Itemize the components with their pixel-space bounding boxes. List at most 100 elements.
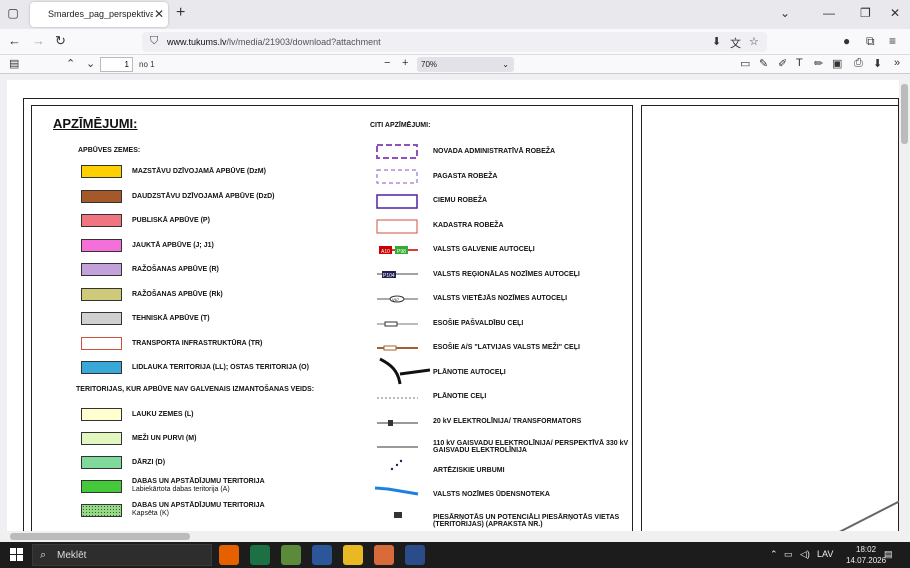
more-tools-icon[interactable]: » xyxy=(894,57,900,69)
horizontal-scrollbar-thumb[interactable] xyxy=(10,533,190,540)
site-info-icon[interactable]: ⛉ xyxy=(150,35,158,48)
building-label: RAŽOŠANAS APBŪVE (R) xyxy=(132,266,219,273)
word-icon[interactable] xyxy=(312,545,332,565)
territory-label: LAUKU ZEMES (L) xyxy=(132,411,194,418)
extensions-icon[interactable]: ⧉ xyxy=(866,34,875,49)
building-section-heading: APBŪVES ZEMES: xyxy=(78,147,141,154)
image-icon[interactable]: ▣ xyxy=(832,57,842,70)
restore-icon[interactable]: ❐ xyxy=(860,6,871,20)
zoom-select[interactable]: 70% ⌄ xyxy=(417,57,514,72)
translate-icon[interactable]: 文 xyxy=(730,35,741,51)
volume-icon[interactable]: ◁) xyxy=(800,549,810,560)
vertical-scrollbar-thumb[interactable] xyxy=(901,84,908,144)
tray-chevron-icon[interactable]: ⌃ xyxy=(770,549,778,560)
app-icon-3[interactable] xyxy=(405,545,425,565)
sidebar-toggle-icon[interactable]: ▤ xyxy=(9,57,19,70)
pdf-viewer[interactable]: APZĪMĒJUMI: APBŪVES ZEMES: CITI APZĪMĒJU… xyxy=(0,74,910,542)
save-icon[interactable]: ⬇ xyxy=(873,57,882,70)
other-legend-label: ESOŠIE PAŠVALDĪBU CEĻI xyxy=(433,319,524,327)
building-label: PUBLISKĀ APBŪVE (P) xyxy=(132,217,210,224)
highlight-icon[interactable]: ✎ xyxy=(759,57,768,70)
territory-sublabel: Labiekārtota dabas teritorija (A) xyxy=(132,486,230,493)
windows-start-icon[interactable] xyxy=(10,548,23,561)
building-label: TRANSPORTA INFRASTRUKTŪRA (TR) xyxy=(132,339,263,347)
other-legend-label: VALSTS NOZĪMES ŪDENSNOTEKA xyxy=(433,491,550,498)
pen-icon[interactable]: ✏ xyxy=(814,57,823,70)
bookmark-star-icon[interactable]: ☆ xyxy=(749,35,759,48)
navigation-bar: ← → ↻ ⛉ www.tukums.lv/lv/media/21903/dow… xyxy=(0,29,910,54)
print-icon[interactable]: ⎙ xyxy=(854,57,863,70)
building-label: DAUDZSTĀVU DZĪVOJAMĀ APBŪVE (DzD) xyxy=(132,192,275,200)
building-swatch xyxy=(81,165,122,178)
previous-page-icon[interactable]: ⌃ xyxy=(66,57,75,70)
local-road-badge: V67 xyxy=(392,297,400,302)
zoom-out-icon[interactable]: − xyxy=(384,57,390,69)
other-legend-label: PLĀNOTIE CEĻI xyxy=(433,393,487,400)
search-icon: ⌕ xyxy=(40,549,47,561)
building-label: MAZSTĀVU DZĪVOJAMĀ APBŪVE (DzM) xyxy=(132,168,266,175)
pdf-toolbar: ▤ ⌃ ⌄ 1 no 1 − + 70% ⌄ ▭ ✎ ✐ T ✏ ▣ ⎙ ⬇ » xyxy=(0,54,910,74)
other-legend-label: NOVADA ADMINISTRATĪVĀ ROBEŽA xyxy=(433,148,556,155)
territory-swatch xyxy=(81,432,122,445)
vertical-scrollbar[interactable] xyxy=(899,74,910,542)
building-swatch xyxy=(81,214,122,227)
comment-icon[interactable]: ▭ xyxy=(740,57,750,70)
firefox-icon[interactable] xyxy=(219,545,239,565)
app-icon[interactable] xyxy=(281,545,301,565)
watermark-text: ss.com xyxy=(672,476,830,525)
clock-date: 14.07.2026 xyxy=(846,556,887,565)
tab-overflow-icon[interactable]: ⌄ xyxy=(780,6,790,20)
building-swatch xyxy=(81,361,122,374)
territory-swatch xyxy=(81,456,122,469)
tab-active[interactable]: Smardes_pag_perspektivaa_izm ✕ xyxy=(30,2,168,27)
taskbar: ⌕ Meklēt ⌃ ▭ ◁) LAV 18:02 14.07.2026 ▤ xyxy=(0,542,910,568)
other-legend-label: VALSTS VIETĒJĀS NOZĪMES AUTOCEĻI xyxy=(433,295,568,302)
other-section-heading: CITI APZĪMĒJUMI: xyxy=(370,122,431,129)
notifications-icon[interactable]: ▤ xyxy=(884,549,893,560)
chevron-down-icon: ⌄ xyxy=(502,60,509,69)
account-icon[interactable]: ● xyxy=(843,34,850,48)
other-legend-label: PIESĀRŅOTĀS UN POTENCIĀLI PIESĀRŅOTĀS VI… xyxy=(433,513,620,528)
network-icon[interactable]: ▭ xyxy=(784,549,793,560)
back-icon[interactable]: ← xyxy=(8,33,21,48)
tab-close-icon[interactable]: ✕ xyxy=(154,7,164,21)
territory-label: DABAS UN APSTĀDĪJUMU TERITORIJA xyxy=(132,478,265,485)
menu-icon[interactable]: ≡ xyxy=(889,34,896,48)
download-icon[interactable]: ⬇ xyxy=(712,35,721,48)
building-swatch xyxy=(81,238,122,252)
draw-icon[interactable]: ✐ xyxy=(778,57,787,70)
taskbar-search[interactable]: ⌕ Meklēt xyxy=(32,544,212,566)
language-indicator[interactable]: LAV xyxy=(817,549,833,559)
reload-icon[interactable]: ↻ xyxy=(55,33,66,49)
clock[interactable]: 18:02 14.07.2026 xyxy=(846,544,886,566)
tab-list-icon[interactable]: ▢ xyxy=(5,6,21,22)
new-tab-icon[interactable]: + xyxy=(176,4,185,22)
territory-label: DĀRZI (D) xyxy=(132,459,166,466)
excel-icon[interactable] xyxy=(250,545,270,565)
other-legend-label: KADASTRA ROBEŽA xyxy=(433,221,504,229)
territory-swatch xyxy=(81,504,122,517)
territory-swatch xyxy=(81,480,122,493)
next-page-icon[interactable]: ⌄ xyxy=(86,57,95,70)
app-icon-2[interactable] xyxy=(374,545,394,565)
forward-icon[interactable]: → xyxy=(32,33,45,48)
page-number-input[interactable]: 1 xyxy=(100,57,133,72)
other-legend-label: VALSTS GALVENIE AUTOCEĻI xyxy=(433,246,535,253)
other-legend-label: ESOŠIE A/S "LATVIJAS VALSTS MEŽI" CEĻI xyxy=(433,344,580,351)
territory-label: DABAS UN APSTĀDĪJUMU TERITORIJA xyxy=(132,502,265,509)
zoom-value: 70% xyxy=(421,60,438,69)
building-label: JAUKTĀ APBŪVE (J; J1) xyxy=(132,241,214,249)
minimize-icon[interactable]: — xyxy=(823,6,835,20)
clock-time: 18:02 xyxy=(856,545,877,554)
close-window-icon[interactable]: ✕ xyxy=(890,6,900,20)
territory-label: MEŽI UN PURVI (M) xyxy=(132,435,197,442)
text-tool-icon[interactable]: T xyxy=(796,57,803,69)
address-bar[interactable]: ⛉ www.tukums.lv/lv/media/21903/download?… xyxy=(142,32,767,52)
tab-bar: ▢ Smardes_pag_perspektivaa_izm ✕ + ⌄ — ❐… xyxy=(0,0,910,29)
other-legend-label: 110 kV GAISVADU ELEKTROLĪNIJA/ PERSPEKTĪ… xyxy=(433,440,629,454)
building-swatch xyxy=(81,336,122,350)
zoom-in-icon[interactable]: + xyxy=(402,57,408,69)
file-explorer-icon[interactable] xyxy=(343,545,363,565)
legend-title: APZĪMĒJUMI: xyxy=(53,116,138,131)
horizontal-scrollbar[interactable] xyxy=(0,531,899,542)
